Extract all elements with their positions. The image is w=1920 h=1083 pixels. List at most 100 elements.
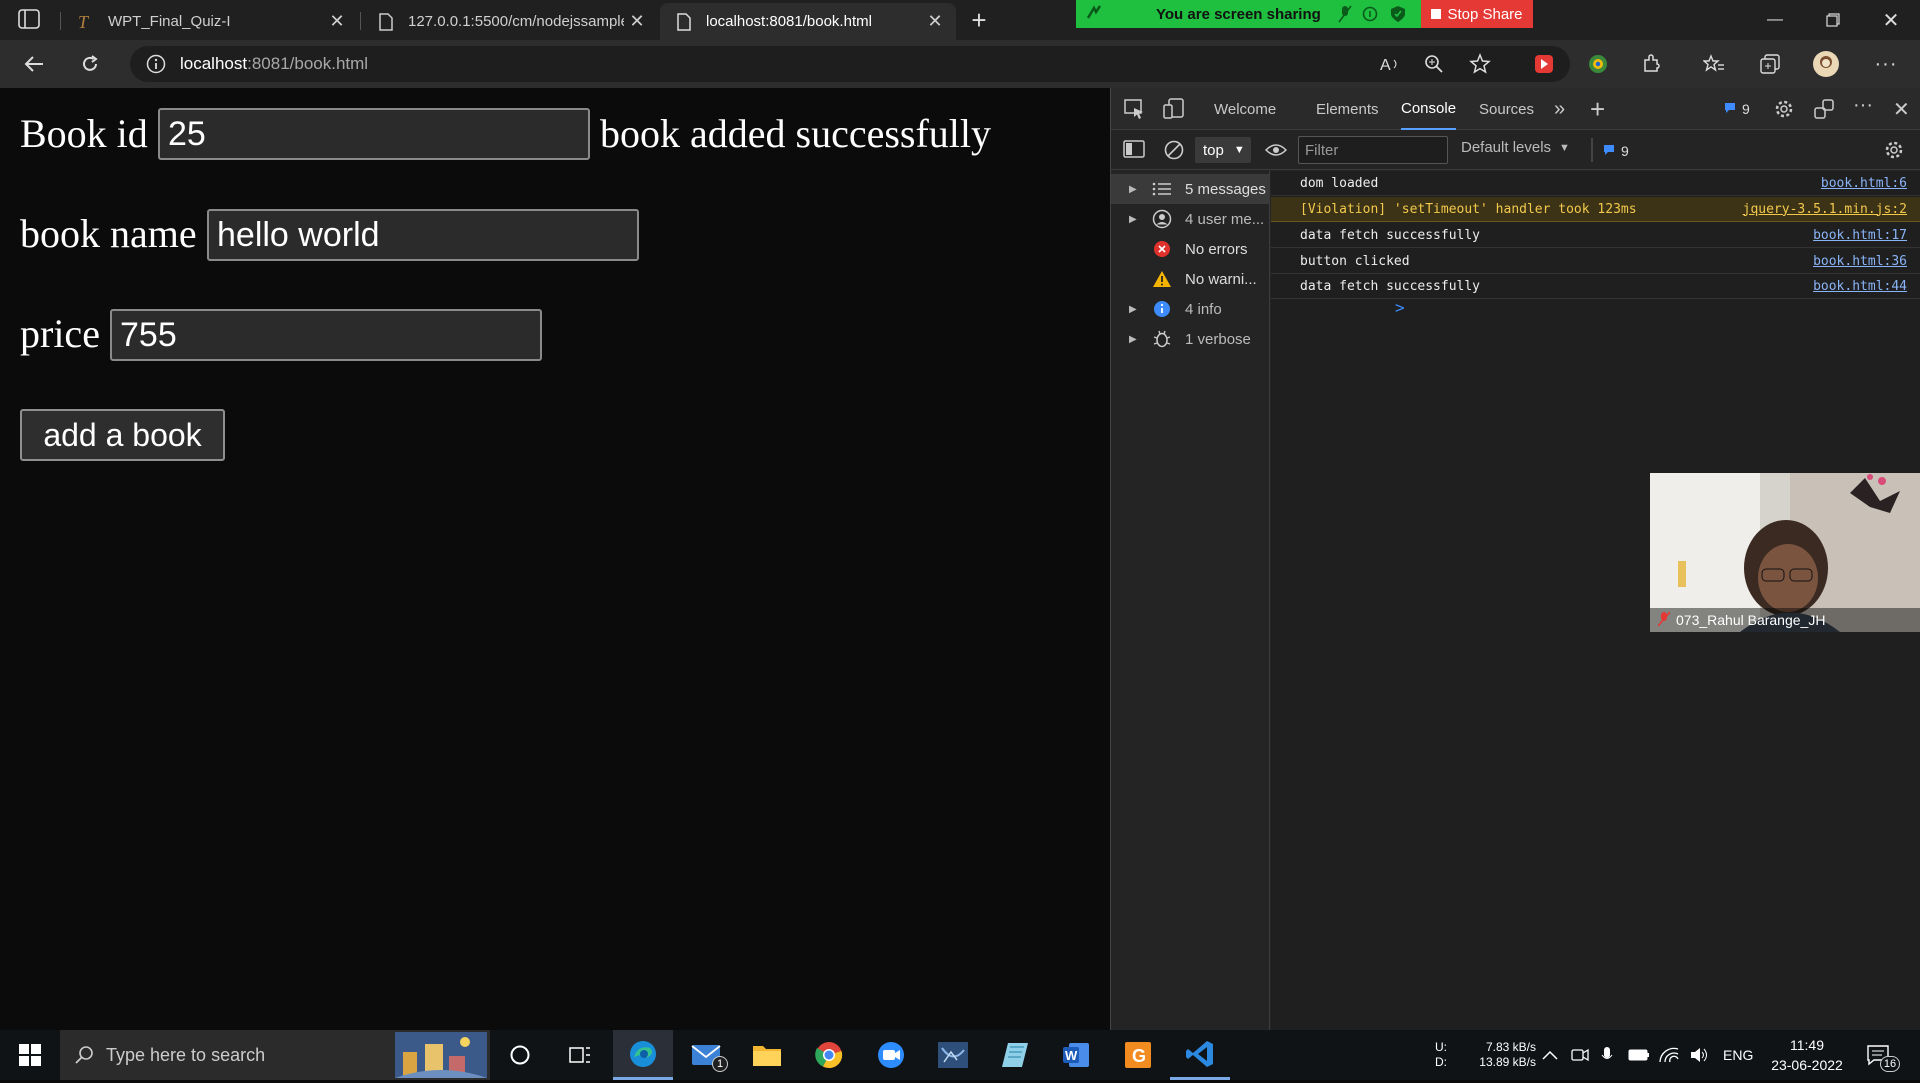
close-devtools-icon[interactable]: ✕ <box>1893 97 1910 122</box>
close-tab-icon[interactable]: ✕ <box>922 9 948 35</box>
word-icon[interactable]: W <box>1046 1030 1106 1080</box>
levels-issue-counter[interactable]: 9 <box>1602 140 1629 162</box>
more-menu-icon[interactable]: ··· <box>1870 48 1902 80</box>
new-tab-button[interactable]: + <box>964 4 994 36</box>
source-link[interactable]: book.html:36 <box>1813 254 1920 269</box>
pause-icon[interactable] <box>1362 6 1378 26</box>
mute-icon[interactable] <box>1338 5 1352 27</box>
taskbar-search-box[interactable]: Type here to search <box>60 1030 490 1080</box>
address-bar[interactable]: localhost:8081/book.html <box>130 46 1570 82</box>
microphone-icon[interactable] <box>1601 1030 1613 1080</box>
console-prompt[interactable]: > <box>1395 298 1405 317</box>
webcam-video[interactable]: 073_Rahul Barange_JH <box>1650 473 1920 632</box>
expand-arrow-icon[interactable]: ▶ <box>1129 184 1149 195</box>
source-link[interactable]: book.html:6 <box>1821 176 1920 191</box>
devtools-tab-welcome[interactable]: Welcome <box>1214 88 1276 130</box>
source-link[interactable]: book.html:17 <box>1813 228 1920 243</box>
edge-taskbar-icon[interactable] <box>613 1030 673 1080</box>
error-icon <box>1149 240 1175 258</box>
favorites-icon[interactable] <box>1698 48 1730 80</box>
issues-counter[interactable]: 9 <box>1723 98 1750 120</box>
tab-quiz[interactable]: T WPT_Final_Quiz-I ✕ <box>62 3 358 40</box>
expand-arrow-icon[interactable]: ▶ <box>1129 214 1149 225</box>
device-emulation-icon[interactable] <box>1163 98 1185 125</box>
tab-title: 127.0.0.1:5500/cm/nodejssample <box>408 13 624 30</box>
wifi-icon[interactable] <box>1659 1030 1679 1080</box>
add-book-button[interactable]: add a book <box>20 409 225 461</box>
devtools-tab-sources[interactable]: Sources <box>1479 88 1534 130</box>
price-input[interactable]: 755 <box>110 309 542 361</box>
sidebar-item-warnings[interactable]: No warni... <box>1111 264 1270 294</box>
chrome-icon[interactable] <box>799 1030 859 1080</box>
read-aloud-icon[interactable]: A <box>1374 48 1406 80</box>
task-view-icon[interactable] <box>550 1030 610 1080</box>
console-message: dom loaded book.html:6 <box>1271 171 1920 196</box>
zoom-icon[interactable] <box>1418 48 1450 80</box>
zoom-app-icon[interactable] <box>861 1030 921 1080</box>
sidebar-toggle-icon[interactable] <box>1123 139 1145 164</box>
collections-icon[interactable] <box>1754 48 1786 80</box>
more-tabs-chevron-icon[interactable]: » <box>1554 98 1565 121</box>
console-filter-input[interactable]: Filter <box>1298 136 1448 164</box>
expand-arrow-icon[interactable]: ▶ <box>1129 334 1149 345</box>
notepad-icon[interactable] <box>985 1030 1045 1080</box>
stop-share-button[interactable]: Stop Share <box>1421 0 1533 28</box>
sidebar-item-errors[interactable]: No errors <box>1111 234 1270 264</box>
devtools-more-icon[interactable]: ··· <box>1853 94 1873 117</box>
customize-link-icon[interactable] <box>1813 98 1835 125</box>
show-hidden-icons-chevron-icon[interactable] <box>1542 1030 1558 1080</box>
info-icon[interactable] <box>146 54 166 74</box>
windows-start-icon[interactable] <box>0 1030 60 1080</box>
close-window-button[interactable]: ✕ <box>1868 0 1914 40</box>
mail-icon[interactable]: 1 <box>676 1030 736 1080</box>
clock[interactable]: 11:49 23-06-2022 <box>1768 1030 1846 1080</box>
inspect-element-icon[interactable] <box>1123 98 1145 125</box>
sidebar-item-info[interactable]: ▶ 4 info <box>1111 294 1270 324</box>
shield-icon[interactable] <box>1390 5 1406 27</box>
sidebar-item-verbose[interactable]: ▶ 1 verbose <box>1111 324 1270 354</box>
tab-book-html[interactable]: localhost:8081/book.html ✕ <box>660 3 956 40</box>
context-select[interactable]: top ▼ <box>1195 137 1251 163</box>
profile-avatar[interactable] <box>1810 48 1842 80</box>
back-arrow-icon[interactable] <box>18 48 50 80</box>
minimize-button[interactable]: — <box>1752 0 1798 40</box>
battery-icon[interactable] <box>1628 1030 1650 1080</box>
sidebar-item-user-messages[interactable]: ▶ 4 user me... <box>1111 204 1270 234</box>
add-tab-plus-icon[interactable]: + <box>1590 94 1605 125</box>
tab-nodejssample[interactable]: 127.0.0.1:5500/cm/nodejssample ✕ <box>362 3 658 40</box>
book-name-label: book name <box>20 211 197 256</box>
pdf-app-icon[interactable]: G <box>1108 1030 1168 1080</box>
book-id-input[interactable]: 25 <box>158 108 590 160</box>
extensions-puzzle-icon[interactable] <box>1636 48 1668 80</box>
extension-red-icon[interactable] <box>1528 48 1560 80</box>
cortana-icon[interactable] <box>490 1030 550 1080</box>
live-expression-eye-icon[interactable] <box>1264 140 1288 165</box>
close-tab-icon[interactable]: ✕ <box>624 9 650 35</box>
refresh-icon[interactable] <box>74 48 106 80</box>
restore-button[interactable] <box>1810 0 1856 40</box>
favorite-star-icon[interactable] <box>1464 48 1496 80</box>
file-explorer-icon[interactable] <box>737 1030 797 1080</box>
tab-actions-icon[interactable] <box>18 9 42 31</box>
source-link[interactable]: jquery-3.5.1.min.js:2 <box>1743 202 1920 217</box>
expand-arrow-icon[interactable]: ▶ <box>1129 304 1149 315</box>
sidebar-item-messages[interactable]: ▶ 5 messages <box>1111 174 1270 204</box>
source-link[interactable]: book.html:44 <box>1813 279 1920 294</box>
book-name-input[interactable]: hello world <box>207 209 639 261</box>
screen-sharing-banner: You are screen sharing <box>1076 0 1421 28</box>
extension-globe-icon[interactable] <box>1582 48 1614 80</box>
meet-now-icon[interactable] <box>1571 1030 1589 1080</box>
workbench-icon[interactable] <box>923 1030 983 1080</box>
close-tab-icon[interactable]: ✕ <box>324 9 350 35</box>
vscode-icon[interactable] <box>1170 1030 1230 1080</box>
language-indicator[interactable]: ENG <box>1723 1030 1753 1080</box>
log-levels-select[interactable]: Default levels ▼ <box>1461 139 1570 156</box>
console-settings-gear-icon[interactable] <box>1883 139 1905 166</box>
clear-console-icon[interactable] <box>1163 139 1185 166</box>
network-speed-labels: U: D: <box>1435 1030 1447 1080</box>
settings-gear-icon[interactable] <box>1773 98 1795 125</box>
volume-icon[interactable] <box>1689 1030 1709 1080</box>
devtools-tab-console[interactable]: Console <box>1401 88 1457 130</box>
devtools-tab-elements[interactable]: Elements <box>1316 88 1379 130</box>
notification-center-icon[interactable]: 16 <box>1866 1030 1900 1080</box>
